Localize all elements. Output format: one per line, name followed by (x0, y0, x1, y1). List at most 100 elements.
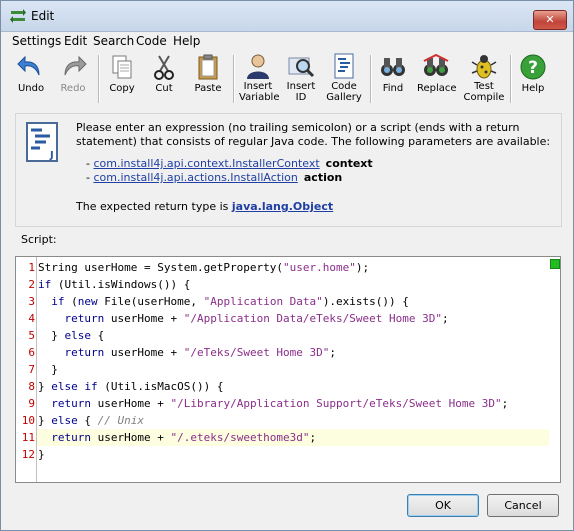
copy-icon (112, 55, 132, 79)
toolbar-separator (370, 55, 372, 103)
paste-label: Paste (194, 83, 222, 94)
info-description: Please enter an expression (no trailing … (76, 121, 551, 148)
edit-dialog: Edit ✕ Settings Edit Search Code Help Un… (0, 0, 574, 531)
binoculars-icon (381, 58, 405, 76)
toolbar-separator (510, 55, 512, 103)
return-type-text: The expected return type is java.lang.Ob… (76, 200, 333, 213)
code-gallery-label-2: Gallery (326, 92, 362, 103)
test-compile-label-2: Compile (463, 92, 505, 103)
line-number: 3 (28, 295, 35, 308)
cut-label: Cut (155, 83, 173, 94)
svg-text:J: J (49, 150, 54, 161)
clipboard-icon (198, 54, 218, 80)
menu-code[interactable]: Code (136, 34, 167, 48)
code-line: if (new File(userHome, "Application Data… (38, 295, 409, 308)
code-line: } (38, 448, 45, 461)
redo-label: Redo (60, 83, 86, 94)
find-label: Find (382, 83, 404, 94)
param-type-link[interactable]: com.install4j.api.actions.InstallAction (93, 171, 297, 184)
bug-icon (471, 55, 497, 79)
code-gallery-label-1: Code (331, 81, 357, 92)
code-line: return userHome + "/eTeks/Sweet Home 3D"… (38, 346, 337, 359)
help-icon: ? (520, 54, 546, 80)
edit-app-icon (10, 9, 26, 23)
insert-variable-button[interactable]: Insert Variable (239, 53, 280, 105)
magnifier-icon (288, 57, 315, 78)
undo-icon (17, 55, 40, 76)
insert-id-label-2: ID (295, 92, 307, 103)
param-action: - com.install4j.api.actions.InstallActio… (86, 171, 342, 184)
title-bar[interactable]: Edit ✕ (1, 1, 573, 32)
insert-variable-label-2: Variable (239, 92, 280, 103)
code-editor[interactable]: 1 2 3 4 5 6 7 8 9 10 11 12 String userHo… (15, 256, 561, 483)
copy-button[interactable]: Copy (105, 53, 139, 105)
code-line: } else { (38, 329, 105, 342)
replace-icon (423, 53, 449, 76)
help-label: Help (521, 83, 545, 94)
param-context: - com.install4j.api.context.InstallerCon… (86, 157, 373, 170)
close-button[interactable]: ✕ (533, 10, 567, 30)
window-title: Edit (31, 9, 55, 23)
code-line: } else { // Unix (38, 414, 144, 427)
line-number: 1 (28, 261, 35, 274)
script-label: Script: (21, 233, 57, 246)
ok-button[interactable]: OK (407, 494, 479, 517)
replace-button[interactable]: Replace (417, 53, 457, 105)
line-number: 9 (28, 397, 35, 410)
toolbar: Undo Redo Copy Cut Paste Insert Variable… (1, 51, 573, 107)
code-gallery-icon (334, 53, 354, 79)
line-number: 2 (28, 278, 35, 291)
scissors-icon (154, 55, 174, 80)
line-number: 11 (21, 431, 35, 444)
line-number: 10 (21, 414, 35, 427)
user-icon (247, 54, 269, 79)
replace-label: Replace (417, 83, 457, 94)
menu-bar: Settings Edit Search Code Help (1, 32, 573, 50)
insert-variable-label-1: Insert (243, 81, 273, 92)
menu-settings[interactable]: Settings (12, 34, 61, 48)
line-number: 12 (21, 448, 35, 461)
return-type-prefix: The expected return type is (76, 200, 232, 213)
line-number-gutter: 1 2 3 4 5 6 7 8 9 10 11 12 (16, 257, 37, 482)
test-compile-label-1: Test (474, 81, 494, 92)
code-line: return userHome + "/Library/Application … (38, 397, 509, 410)
redo-icon (64, 55, 87, 76)
insert-id-button[interactable]: Insert ID (285, 53, 317, 105)
toolbar-separator (233, 55, 235, 103)
insert-id-label-1: Insert (286, 81, 316, 92)
return-type-link[interactable]: java.lang.Object (232, 200, 333, 213)
line-number: 5 (28, 329, 35, 342)
line-number: 4 (28, 312, 35, 325)
param-name: action (303, 171, 343, 184)
undo-button[interactable]: Undo (11, 53, 51, 105)
param-type-link[interactable]: com.install4j.api.context.InstallerConte… (93, 157, 319, 170)
svg-text:?: ? (528, 58, 538, 78)
info-panel: J Please enter an expression (no trailin… (15, 113, 562, 227)
find-button[interactable]: Find (377, 53, 409, 105)
cut-button[interactable]: Cut (147, 53, 181, 105)
script-icon: J (26, 122, 58, 162)
code-line: return userHome + "/.eteks/sweethome3d"; (38, 431, 317, 444)
copy-label: Copy (109, 83, 135, 94)
code-line: if (Util.isWindows()) { (38, 278, 191, 291)
status-marker (550, 259, 560, 269)
code-gallery-button[interactable]: Code Gallery (325, 53, 363, 105)
code-line: return userHome + "/Application Data/eTe… (38, 312, 449, 325)
code-line: } else if (Util.isMacOS()) { (38, 380, 224, 393)
line-number: 8 (28, 380, 35, 393)
paste-button[interactable]: Paste (191, 53, 225, 105)
undo-label: Undo (17, 83, 45, 94)
test-compile-button[interactable]: Test Compile (463, 53, 505, 105)
code-line: String userHome = System.getProperty("us… (38, 261, 370, 274)
line-number: 7 (28, 363, 35, 376)
cancel-button[interactable]: Cancel (487, 494, 559, 517)
menu-search[interactable]: Search (93, 34, 134, 48)
menu-edit[interactable]: Edit (64, 34, 87, 48)
param-name: context (325, 157, 373, 170)
code-line: } (38, 363, 58, 376)
menu-help[interactable]: Help (173, 34, 200, 48)
redo-button[interactable]: Redo (53, 53, 93, 105)
toolbar-separator (98, 55, 100, 103)
line-number: 6 (28, 346, 35, 359)
help-button[interactable]: ? Help (517, 53, 549, 105)
